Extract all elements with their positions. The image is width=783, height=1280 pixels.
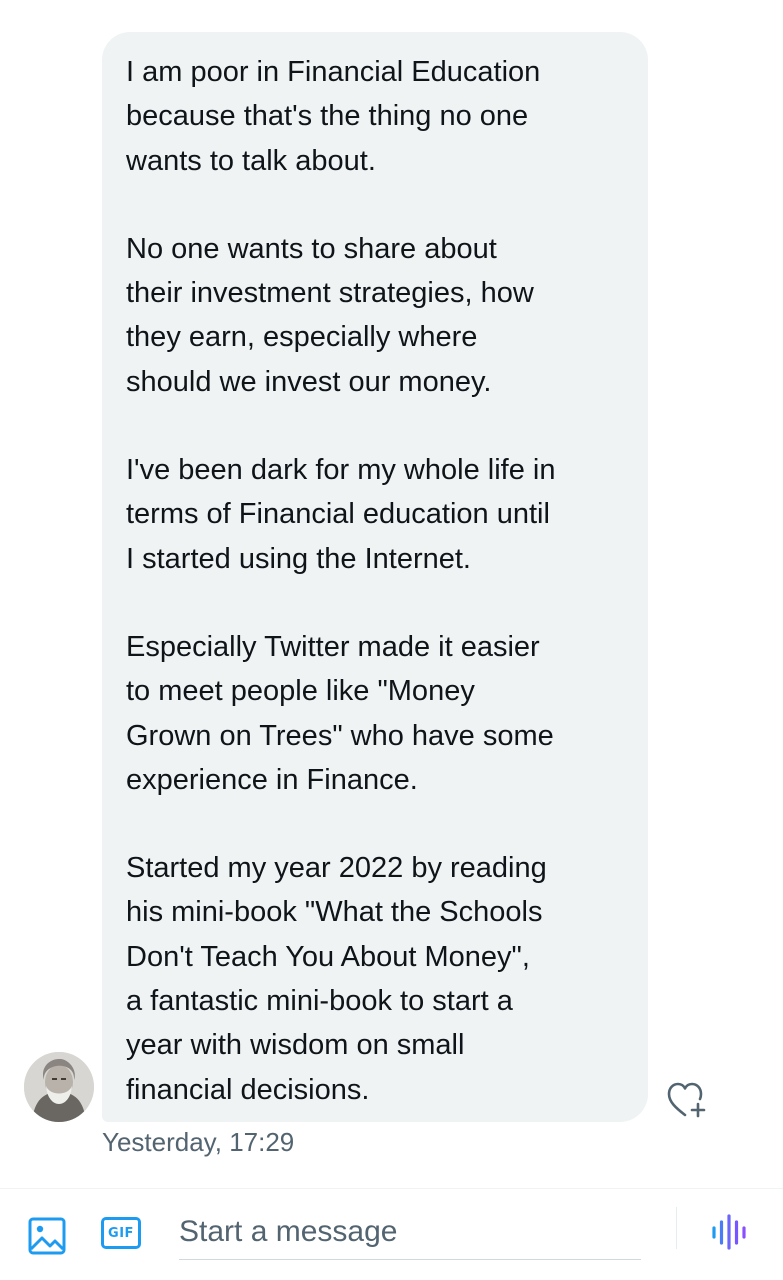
message-paragraph: No one wants to share about their invest… [126, 232, 534, 398]
message-paragraph: I've been dark for my whole life in term… [126, 454, 556, 575]
voice-message-icon [712, 1214, 746, 1250]
message-timestamp: Yesterday, 17:29 [102, 1127, 295, 1157]
heart-plus-icon [667, 1082, 706, 1118]
gif-button[interactable]: GIF [101, 1217, 145, 1253]
message-paragraph: Started my year 2022 by reading his mini… [126, 852, 547, 1106]
message-input[interactable] [179, 1205, 641, 1260]
avatar[interactable] [24, 1052, 94, 1122]
message-paragraph: Especially Twitter made it easier to mee… [126, 630, 554, 796]
react-button[interactable] [663, 1078, 707, 1122]
media-button[interactable] [27, 1216, 67, 1256]
message-composer: GIF [0, 1189, 783, 1280]
avatar-portrait [24, 1052, 94, 1122]
message-paragraph: I am poor in Financial Education because… [126, 56, 541, 177]
composer-separator [676, 1207, 677, 1249]
image-icon [28, 1217, 66, 1255]
gif-icon: GIF [101, 1217, 141, 1249]
voice-message-button[interactable] [709, 1211, 751, 1253]
message-bubble[interactable]: I am poor in Financial Education because… [102, 32, 648, 1122]
